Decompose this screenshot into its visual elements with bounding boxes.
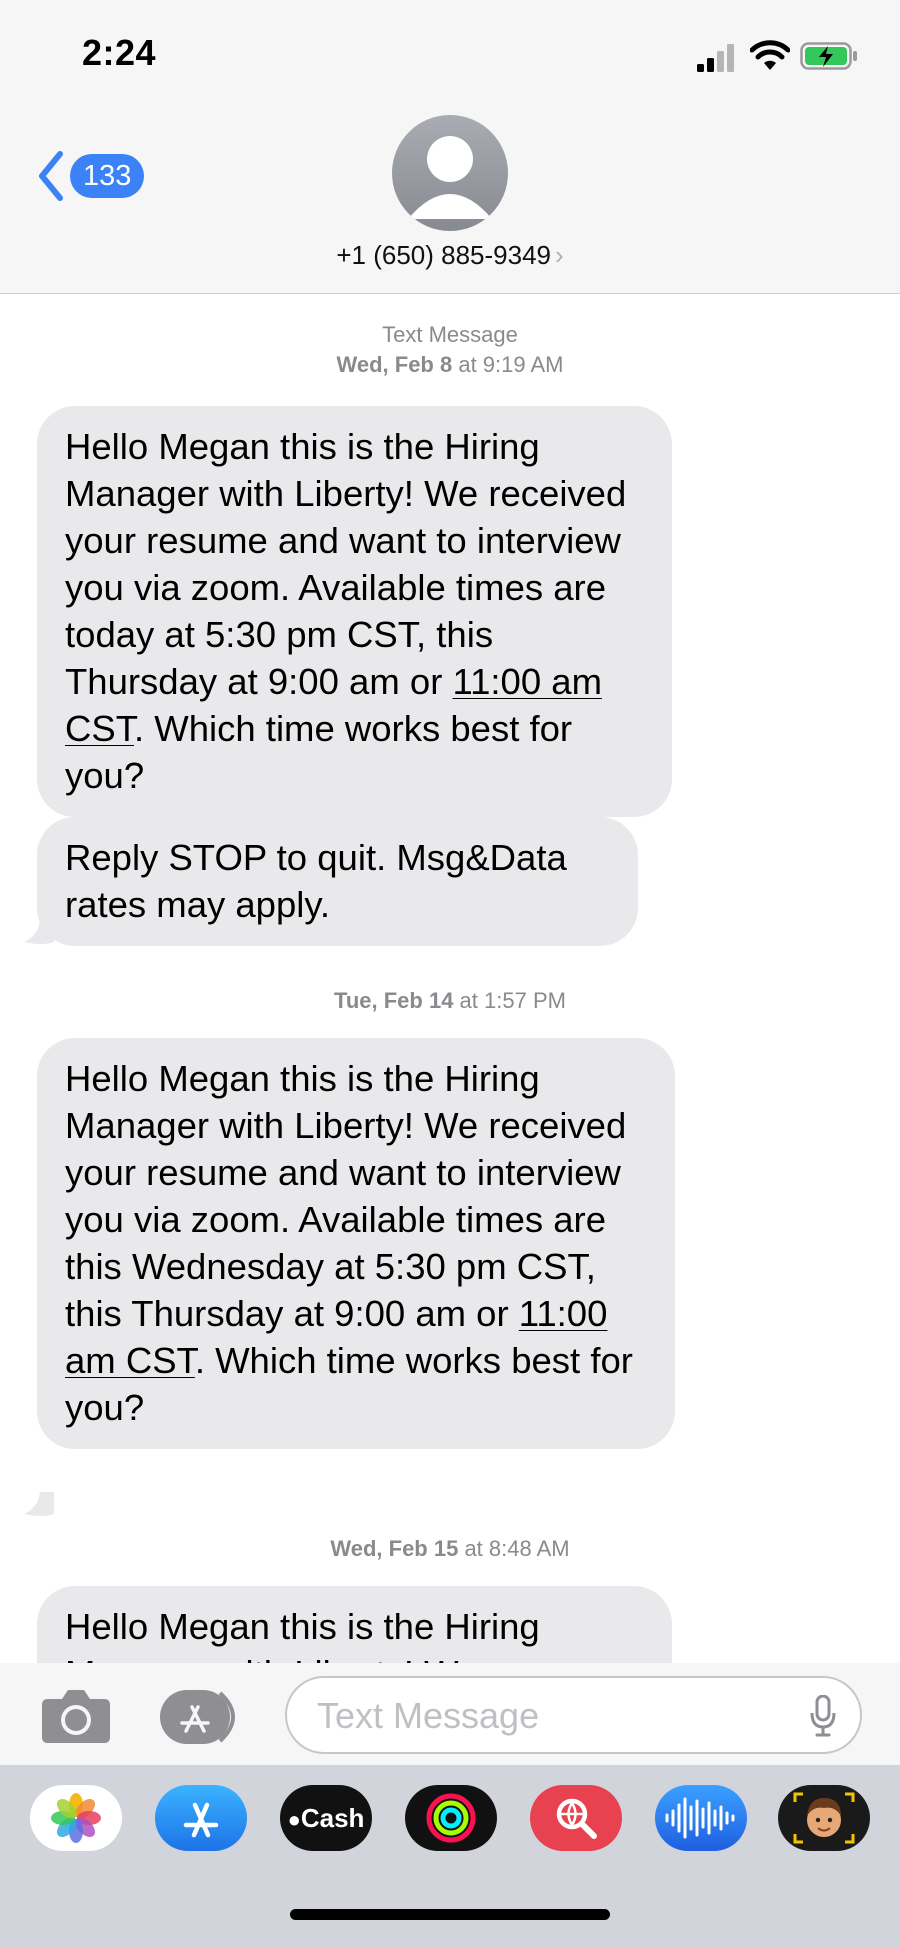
conversation-header: 133 +1 (650) 885-9349 › (0, 110, 900, 294)
message-text-field[interactable] (285, 1676, 862, 1754)
message-bubble[interactable]: Hello Megan this is the Hiring Manager w… (37, 1038, 675, 1449)
timestamp-day: Wed, Feb 15 (330, 1536, 459, 1561)
contact-name[interactable]: +1 (650) 885-9349 › (0, 240, 900, 271)
memoji-app-button[interactable] (778, 1785, 870, 1851)
timestamp-day: Tue, Feb 14 (334, 988, 454, 1013)
bubble-tail (24, 1492, 54, 1516)
timestamp-time: at 8:48 AM (458, 1536, 570, 1561)
cash-label: Cash (300, 1802, 365, 1833)
audio-message-app-button[interactable] (655, 1785, 747, 1851)
app-store-icon (183, 1802, 219, 1838)
compose-bar (0, 1663, 900, 1765)
message-text: . Which time works best for you? (65, 708, 573, 796)
apps-icon[interactable] (160, 1689, 246, 1745)
message-list[interactable]: Text Message Wed, Feb 8 at 9:19 AM Hello… (0, 294, 900, 1664)
message-bubble[interactable]: Reply STOP to quit. Msg&Data rates may a… (37, 817, 638, 946)
imessage-app-drawer: ●Cash (0, 1765, 900, 1947)
contact-avatar[interactable] (392, 115, 508, 231)
back-button[interactable]: 133 (36, 146, 145, 206)
search-images-icon (556, 1798, 597, 1839)
message-text: Hello Megan this is the Hiring Manager w… (65, 1606, 540, 1664)
camera-icon[interactable] (40, 1687, 112, 1745)
photos-app-button[interactable] (30, 1785, 122, 1851)
service-label: Text Message (382, 322, 518, 347)
message-timestamp: Tue, Feb 14 at 1:57 PM (0, 986, 900, 1016)
memoji-icon (793, 1792, 855, 1844)
chevron-right-icon: › (555, 240, 564, 270)
apple-cash-app-button[interactable]: ●Cash (280, 1785, 372, 1851)
timestamp-time: at 1:57 PM (453, 988, 566, 1013)
bubble-tail (24, 920, 54, 944)
wifi-icon (750, 40, 790, 70)
message-bubble[interactable]: Hello Megan this is the Hiring Manager w… (37, 406, 672, 817)
unread-count-badge: 133 (70, 154, 145, 198)
fitness-app-button[interactable] (405, 1785, 497, 1851)
contact-number: +1 (650) 885-9349 (336, 240, 551, 270)
person-icon (408, 136, 492, 219)
audio-message-icon (665, 1797, 735, 1839)
cash-icon: ●Cash (287, 1802, 365, 1833)
timestamp-day: Wed, Feb 8 (336, 352, 453, 377)
microphone-icon[interactable] (810, 1695, 836, 1737)
status-time: 2:24 (82, 32, 157, 73)
image-search-app-button[interactable] (530, 1785, 622, 1851)
home-indicator[interactable] (290, 1909, 610, 1920)
message-timestamp: Text Message Wed, Feb 8 at 9:19 AM (0, 320, 900, 380)
battery-charging-icon (800, 42, 857, 70)
chevron-left-icon (39, 151, 63, 201)
timestamp-time: at 9:19 AM (452, 352, 564, 377)
message-bubble[interactable]: Hello Megan this is the Hiring Manager w… (37, 1586, 672, 1664)
message-input[interactable] (315, 1690, 789, 1742)
app-store-app-button[interactable] (155, 1785, 247, 1851)
cellular-signal-icon (697, 44, 734, 72)
photos-icon (51, 1793, 101, 1843)
message-text: Reply STOP to quit. Msg&Data rates may a… (65, 837, 567, 925)
message-timestamp: Wed, Feb 15 at 8:48 AM (0, 1534, 900, 1564)
status-bar: 2:24 (0, 0, 900, 110)
fitness-icon (426, 1793, 476, 1843)
